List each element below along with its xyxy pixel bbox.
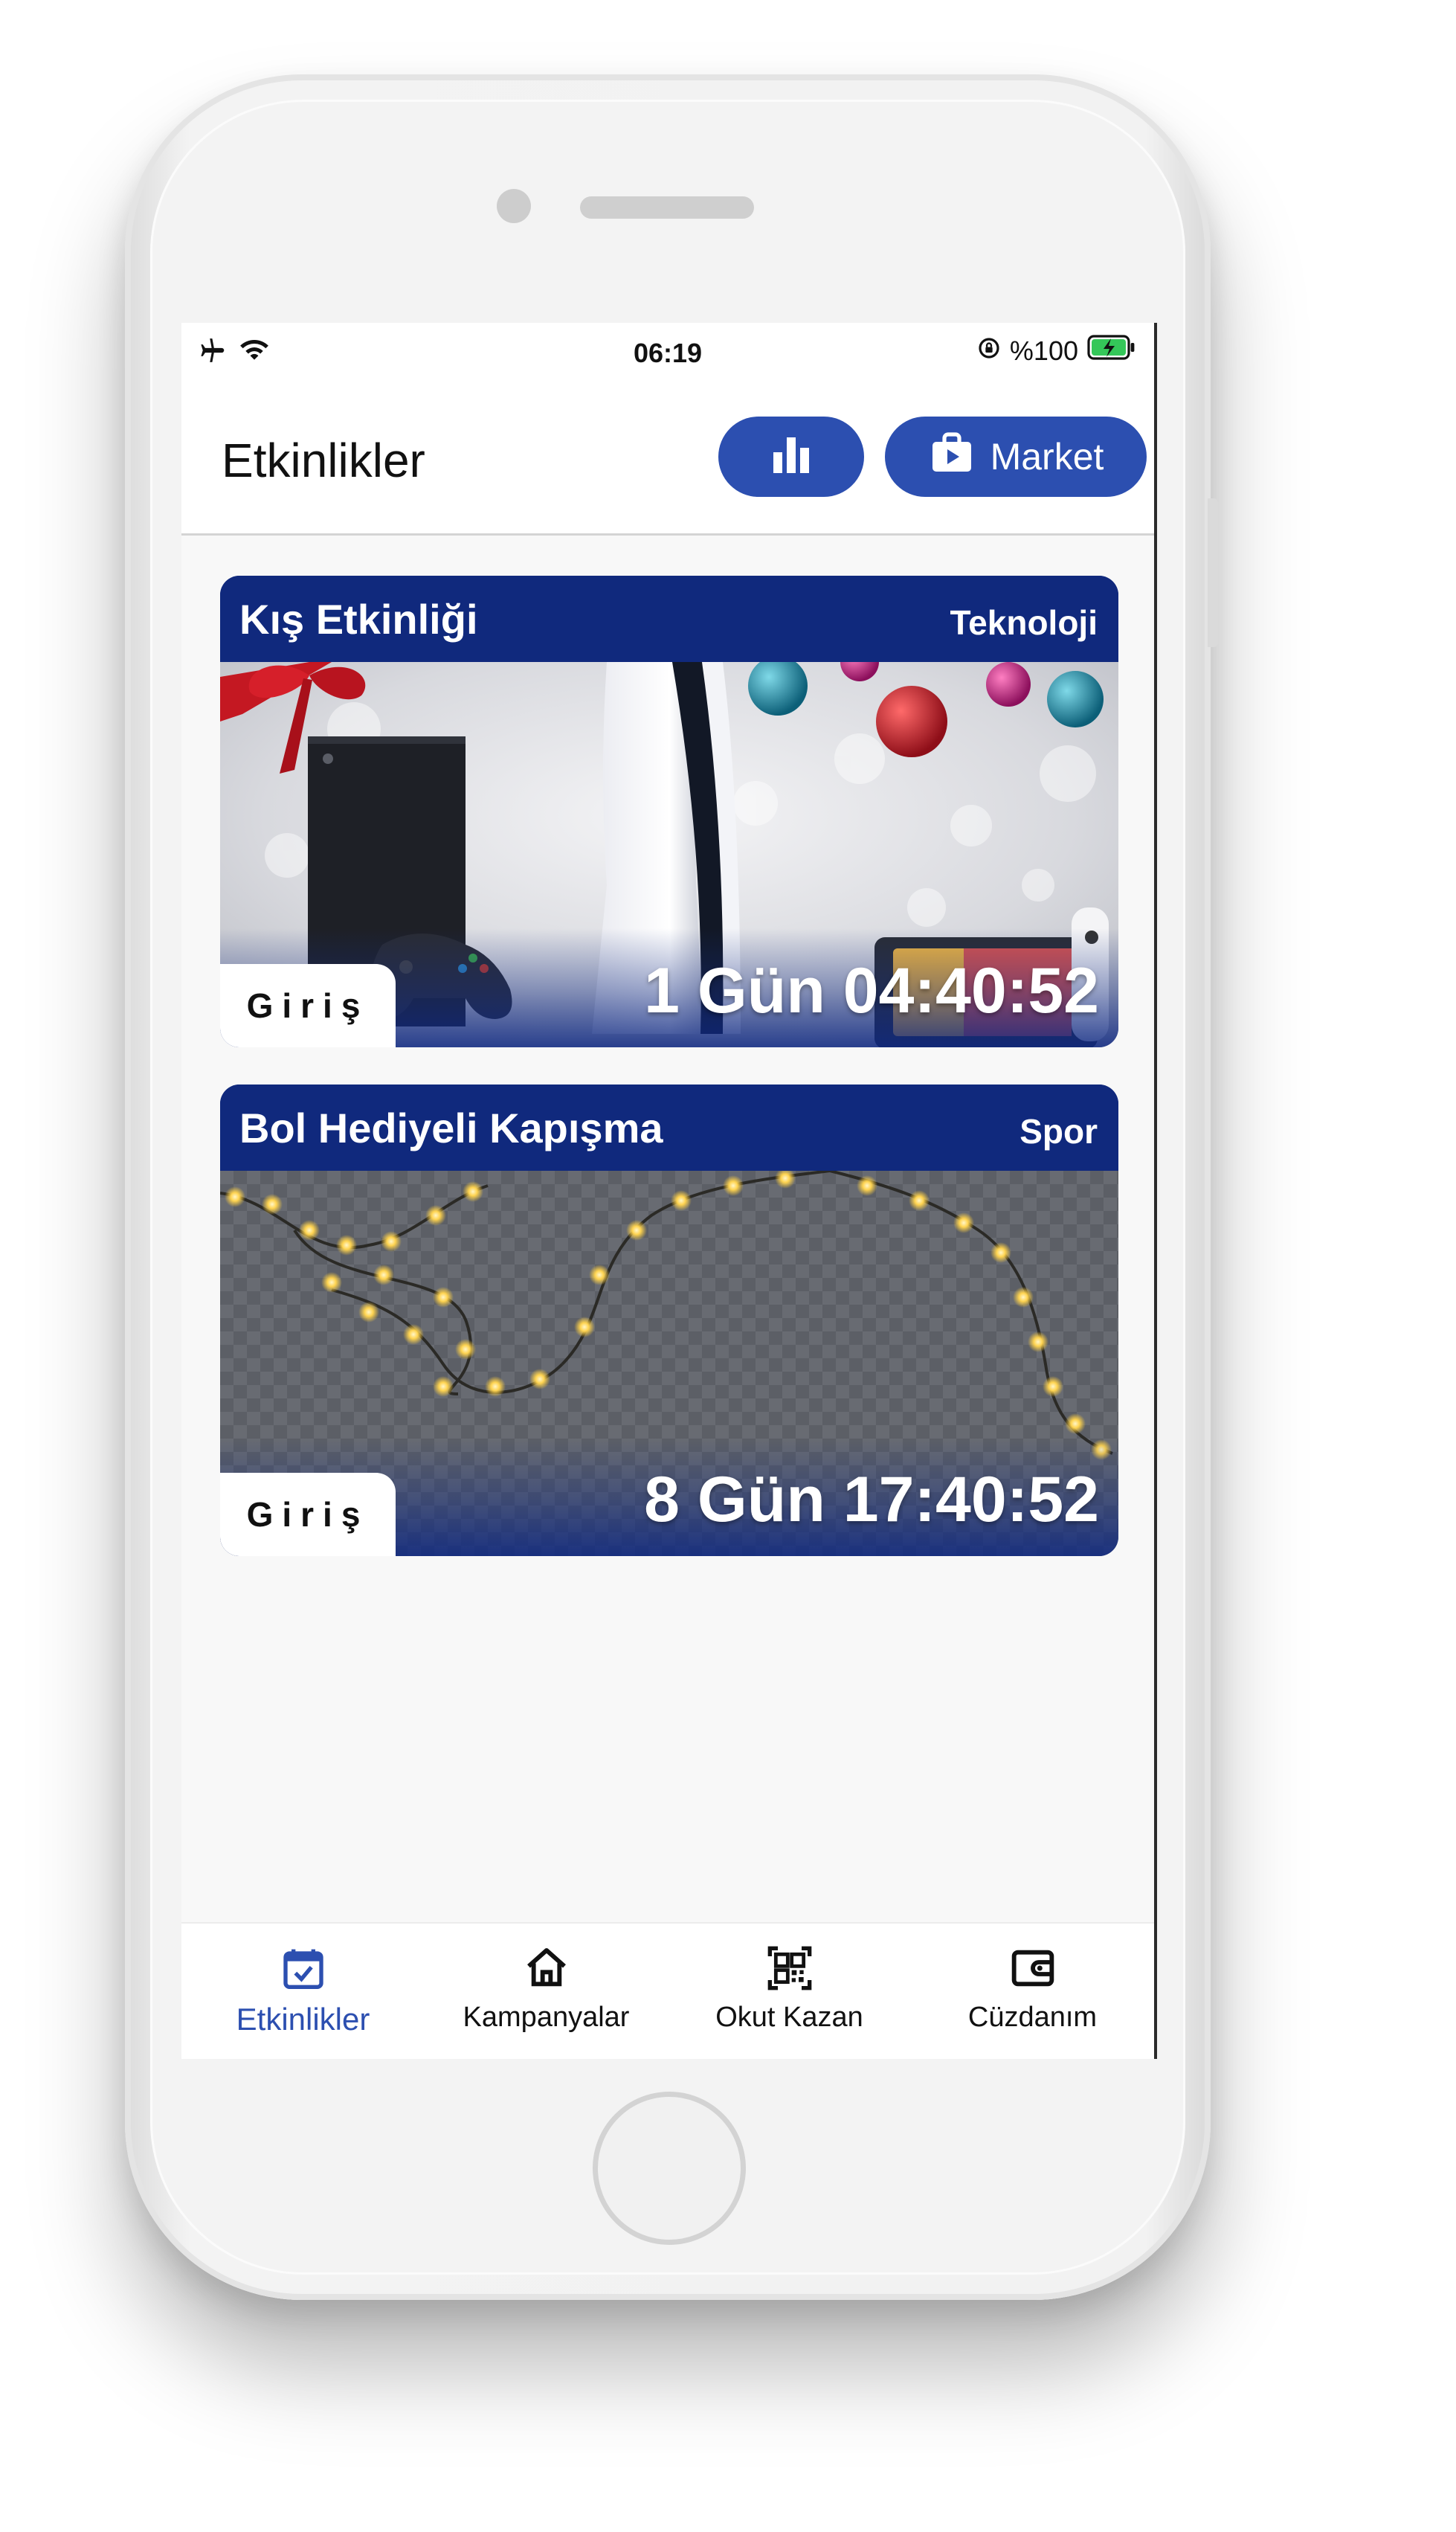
tab-kampanyalar[interactable]: Kampanyalar xyxy=(425,1924,668,2059)
tab-label: Kampanyalar xyxy=(463,2002,630,2033)
event-card[interactable]: Bol Hediyeli Kapışma Spor Giriş 8 Gün 17… xyxy=(220,1085,1118,1556)
battery-charging-icon xyxy=(1087,335,1136,367)
battery-percent: %100 xyxy=(1009,335,1078,366)
event-category: Teknoloji xyxy=(950,603,1098,642)
event-card-header: Bol Hediyeli Kapışma Spor xyxy=(220,1085,1118,1171)
enter-event-button[interactable]: Giriş xyxy=(220,964,396,1047)
event-countdown: 8 Gün 17:40:52 xyxy=(644,1464,1099,1535)
qr-code-icon xyxy=(766,1944,814,1996)
calendar-check-icon xyxy=(280,1944,327,1996)
tab-cuzdanim[interactable]: Cüzdanım xyxy=(911,1924,1154,2059)
home-icon xyxy=(523,1944,570,1996)
app-header: Etkinlikler Market xyxy=(181,379,1154,536)
front-camera xyxy=(497,189,531,223)
tab-label: Cüzdanım xyxy=(967,2002,1098,2033)
tab-okut-kazan[interactable]: Okut Kazan xyxy=(668,1924,911,2059)
bar-chart-icon xyxy=(767,434,815,480)
home-button[interactable] xyxy=(593,2092,746,2245)
market-button[interactable]: Market xyxy=(885,417,1147,497)
device-stage: 06:19 %100 Etkinlikler Market Kış Etkinl… xyxy=(0,0,1456,2532)
market-button-label: Market xyxy=(990,436,1104,478)
earpiece-speaker xyxy=(580,196,754,219)
bottom-navigation: Etkinlikler Kampanyalar Okut Kazan Cüzda… xyxy=(181,1922,1154,2059)
tab-etkinlikler[interactable]: Etkinlikler xyxy=(181,1924,425,2059)
side-button xyxy=(1208,498,1218,647)
event-card-header: Kış Etkinliği Teknoloji xyxy=(220,576,1118,662)
event-card[interactable]: Kış Etkinliği Teknoloji Giriş 1 Gün 04:4… xyxy=(220,576,1118,1047)
page-title: Etkinlikler xyxy=(222,434,425,487)
status-bar: 06:19 %100 xyxy=(181,323,1154,379)
event-title: Kış Etkinliği xyxy=(239,596,478,643)
enter-event-button[interactable]: Giriş xyxy=(220,1473,396,1556)
tab-label: Etkinlikler xyxy=(236,2002,370,2037)
rotation-lock-icon xyxy=(977,335,1001,367)
leaderboard-button[interactable] xyxy=(718,417,864,497)
tab-label: Okut Kazan xyxy=(715,2002,863,2033)
app-screen: 06:19 %100 Etkinlikler Market Kış Etkinl… xyxy=(181,323,1157,2059)
event-title: Bol Hediyeli Kapışma xyxy=(239,1105,663,1151)
wallet-icon xyxy=(1009,1944,1057,1996)
event-countdown: 1 Gün 04:40:52 xyxy=(644,955,1099,1026)
shopping-bag-icon xyxy=(928,428,976,485)
event-category: Spor xyxy=(1019,1112,1098,1151)
